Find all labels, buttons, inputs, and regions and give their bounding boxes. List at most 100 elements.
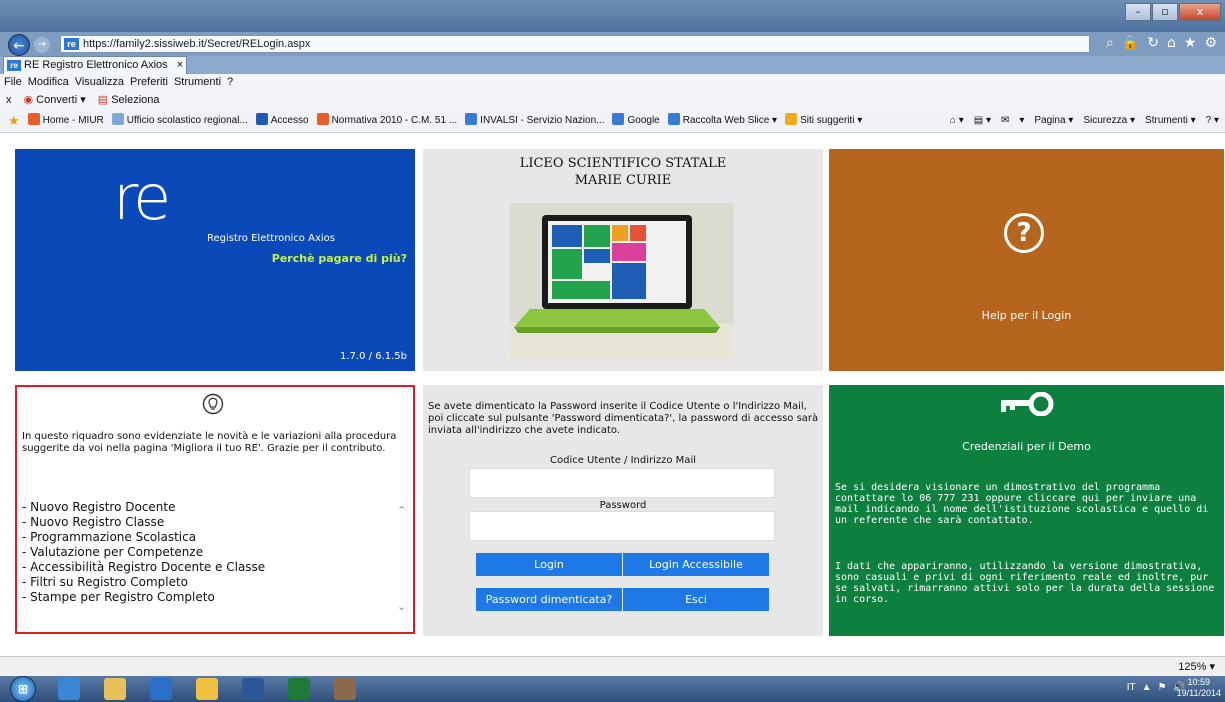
- list-item: - Programmazione Scolastica: [22, 530, 197, 544]
- link-icon: [255, 113, 268, 125]
- tab-title: RE Registro Elettronico Axios: [24, 59, 168, 71]
- favorites-star-icon[interactable]: ★: [8, 109, 20, 133]
- news-scrollbar[interactable]: ⌃ ⌄: [397, 500, 409, 628]
- link-icon: [111, 113, 124, 125]
- menu-visualizza[interactable]: Visualizza: [75, 74, 124, 91]
- taskbar: ⊞ IT ▲ ⚑ 🔊 10:59 19/11/2014: [0, 676, 1225, 702]
- favorite-normativa[interactable]: Normativa 2010 - C.M. 51 ...: [316, 109, 458, 133]
- login-accessible-button[interactable]: Login Accessibile: [623, 553, 769, 576]
- re-version: 1.7.0 / 6.1.5b: [340, 351, 407, 362]
- select-icon: ▤: [97, 94, 109, 106]
- login-button[interactable]: Login: [476, 553, 622, 576]
- close-window-button[interactable]: x: [1179, 3, 1221, 21]
- favorite-web-slice[interactable]: Raccolta Web Slice ▾: [667, 109, 778, 133]
- help-menu-button[interactable]: ? ▾: [1206, 109, 1219, 133]
- feeds-menu-button[interactable]: ▤ ▾: [974, 109, 991, 133]
- favorites-star-icon[interactable]: ★: [1184, 35, 1197, 51]
- demo-disclaimer-text: I dati che appariranno, utilizzando la v…: [835, 561, 1215, 605]
- back-button[interactable]: ←: [8, 34, 30, 56]
- convert-icon: ◉: [23, 94, 34, 106]
- news-panel: In questo riquadro sono evidenziate le n…: [15, 385, 415, 634]
- app-taskbar-icon[interactable]: [334, 678, 356, 700]
- favorite-google[interactable]: Google: [612, 109, 660, 133]
- settings-gear-icon[interactable]: ⚙: [1204, 35, 1217, 51]
- window-controls: – ▫ x: [1125, 3, 1221, 21]
- favorite-label: Accesso: [270, 115, 309, 126]
- maximize-button[interactable]: ▫: [1152, 3, 1178, 21]
- re-tile[interactable]: re Registro Elettronico Axios Perchè pag…: [15, 149, 415, 371]
- explorer-taskbar-icon[interactable]: [104, 678, 126, 700]
- window-titlebar: – ▫ x: [0, 0, 1225, 32]
- home-menu-button[interactable]: ⌂ ▾: [950, 109, 964, 133]
- scroll-up-icon[interactable]: ⌃: [397, 504, 406, 517]
- favorite-ufficio-scolastico[interactable]: Ufficio scolastico regional...: [111, 109, 248, 133]
- link-icon: [27, 113, 40, 125]
- favorite-siti-suggeriti[interactable]: Siti suggeriti ▾: [785, 109, 862, 133]
- menu-preferiti[interactable]: Preferiti: [130, 74, 168, 91]
- favorite-invalsi[interactable]: INVALSI - Servizio Nazion...: [465, 109, 604, 133]
- tray-expand-icon[interactable]: ▲: [1142, 682, 1152, 693]
- app-taskbar-icon[interactable]: [196, 678, 218, 700]
- convert-label: Converti: [36, 94, 78, 106]
- language-indicator[interactable]: IT: [1127, 682, 1136, 693]
- list-item: - Nuovo Registro Docente: [22, 500, 176, 514]
- key-icon: [1001, 392, 1054, 416]
- start-button[interactable]: ⊞: [10, 676, 36, 702]
- exit-button[interactable]: Esci: [623, 588, 769, 611]
- browser-tab[interactable]: re RE Registro Elettronico Axios ×: [3, 56, 187, 74]
- zoom-level[interactable]: 125% ▾: [1178, 660, 1215, 673]
- clock-date: 19/11/2014: [1176, 688, 1221, 698]
- news-list: - Nuovo Registro Docente - Nuovo Registr…: [22, 500, 412, 626]
- school-name: LICEO SCIENTIFICO STATALE MARIE CURIE: [423, 155, 823, 189]
- menu-file[interactable]: File: [4, 74, 22, 91]
- word-taskbar-icon[interactable]: [242, 678, 264, 700]
- list-item: - Valutazione per Competenze: [22, 545, 204, 559]
- menu-strumenti[interactable]: Strumenti: [174, 74, 221, 91]
- menu-modifica[interactable]: Modifica: [28, 74, 69, 91]
- user-input[interactable]: [469, 468, 775, 498]
- forgot-password-button[interactable]: Password dimenticata?: [476, 588, 622, 611]
- scroll-down-icon[interactable]: ⌄: [397, 600, 406, 613]
- password-field-label: Password: [599, 500, 647, 511]
- ie-taskbar-icon[interactable]: [58, 678, 80, 700]
- print-menu-button[interactable]: ▾: [1019, 109, 1024, 133]
- re-slogan: Perchè pagare di più?: [271, 252, 407, 265]
- clock[interactable]: 10:59 19/11/2014: [1177, 677, 1221, 699]
- demo-contact-text: Se si desidera visionare un dimostrativo…: [835, 482, 1209, 526]
- help-tile[interactable]: ? Help per il Login: [829, 149, 1224, 371]
- menu-help[interactable]: ?: [227, 74, 233, 91]
- convert-button[interactable]: ◉ Converti ▾: [24, 91, 86, 109]
- password-input[interactable]: [469, 511, 775, 541]
- app-taskbar-icon[interactable]: [150, 678, 172, 700]
- command-bar: x ◉ Converti ▾ ▤ Seleziona: [0, 91, 1225, 109]
- favorite-home-miur[interactable]: Home - MIUR: [27, 109, 104, 133]
- forward-button[interactable]: →: [34, 37, 50, 53]
- tab-close-icon[interactable]: ×: [177, 57, 183, 74]
- command-bar-close-icon[interactable]: x: [6, 91, 12, 109]
- address-bar: ← → re https://family2.sissiweb.it/Secre…: [0, 32, 1225, 56]
- refresh-icon[interactable]: ↻: [1147, 35, 1159, 51]
- favorite-accesso[interactable]: Accesso: [255, 109, 309, 133]
- select-button[interactable]: ▤ Seleziona: [98, 91, 160, 109]
- page-content: re Registro Elettronico Axios Perchè pag…: [0, 134, 1225, 656]
- mail-icon[interactable]: ✉: [1001, 109, 1009, 133]
- clock-time: 10:59: [1187, 677, 1211, 687]
- tools-menu-button[interactable]: Strumenti ▾: [1145, 109, 1196, 133]
- school-name-line1: LICEO SCIENTIFICO STATALE: [519, 156, 727, 171]
- help-question-icon: ?: [1004, 213, 1044, 253]
- home-icon[interactable]: ⌂: [1167, 35, 1176, 51]
- minimize-button[interactable]: –: [1125, 3, 1151, 21]
- site-favicon-icon: re: [64, 38, 79, 50]
- excel-taskbar-icon[interactable]: [288, 678, 310, 700]
- page-menu-button[interactable]: Pagina ▾: [1034, 109, 1073, 133]
- security-menu-button[interactable]: Sicurezza ▾: [1083, 109, 1135, 133]
- favorite-label: Raccolta Web Slice ▾: [682, 115, 778, 126]
- favorite-label: Google: [627, 115, 660, 126]
- menu-bar: File Modifica Visualizza Preferiti Strum…: [0, 74, 1225, 91]
- url-field[interactable]: re https://family2.sissiweb.it/Secret/RE…: [60, 35, 1090, 53]
- favorite-label: Normativa 2010 - C.M. 51 ...: [331, 115, 458, 126]
- lock-icon[interactable]: 🔒: [1122, 35, 1139, 51]
- search-icon[interactable]: ⌕: [1106, 35, 1114, 51]
- re-logo: re: [113, 161, 171, 234]
- flag-icon[interactable]: ⚑: [1158, 682, 1167, 693]
